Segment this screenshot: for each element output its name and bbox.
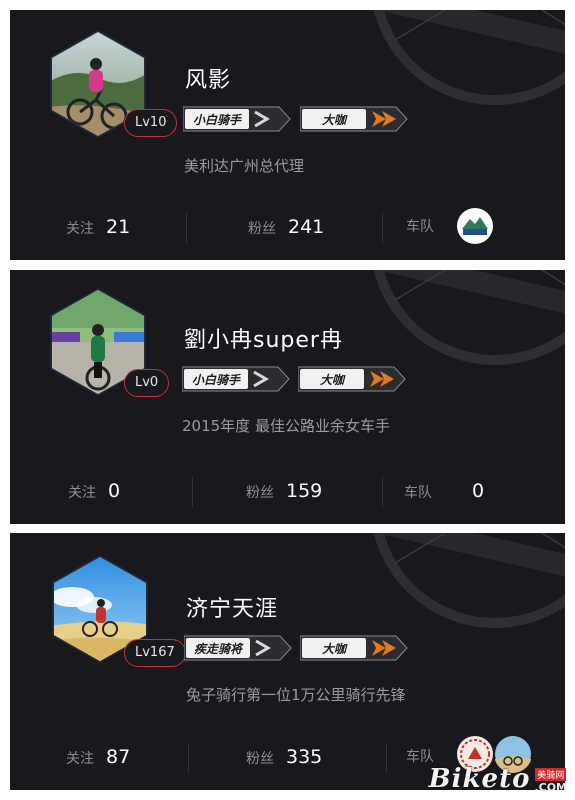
level-badge: Lv0: [124, 369, 170, 397]
follow-stat[interactable]: 关注 0: [68, 480, 120, 502]
fans-count: 241: [288, 216, 325, 238]
fans-count: 335: [286, 746, 323, 768]
team-label: 车队: [406, 749, 434, 765]
follow-label: 关注: [66, 221, 94, 237]
fans-stat[interactable]: 粉丝 335: [246, 746, 322, 768]
fans-count: 159: [286, 480, 323, 502]
divider: [382, 213, 383, 243]
fans-label: 粉丝: [246, 751, 274, 767]
fans-label: 粉丝: [246, 485, 274, 501]
team-count: 0: [472, 480, 485, 502]
level-badge: Lv167: [124, 639, 186, 667]
follow-count: 0: [108, 480, 121, 502]
card-decoration: [222, 270, 565, 329]
team-label: 车队: [404, 485, 432, 501]
vip-badge: 大咖: [298, 366, 406, 392]
fans-stat[interactable]: 粉丝 159: [246, 480, 322, 502]
user-description: 2015年度 最佳公路业余女车手: [182, 417, 390, 435]
watermark-side: 美骑网 .COM: [534, 768, 567, 794]
username[interactable]: 风影: [185, 62, 231, 94]
follow-count: 87: [106, 746, 131, 768]
vip-badge: 大咖: [300, 635, 408, 661]
fans-stat[interactable]: 粉丝 241: [248, 216, 324, 238]
team-stat[interactable]: 车队 0: [404, 480, 484, 502]
follow-stat[interactable]: 关注 87: [66, 746, 130, 768]
watermark-cn: 美骑网: [535, 768, 567, 781]
profile-card[interactable]: Lv0 劉小冉super冉 小白骑手 大咖 2015年度 最佳公路业余女车手 关…: [10, 270, 565, 524]
follow-label: 关注: [66, 751, 94, 767]
divider: [186, 213, 187, 243]
vip-badge-label: 大咖: [322, 642, 348, 656]
watermark-logo: Biketo 美骑网 .COM: [429, 764, 567, 794]
fans-label: 粉丝: [248, 221, 276, 237]
follow-label: 关注: [68, 485, 96, 501]
watermark-com: .COM: [534, 781, 567, 794]
level-badge: Lv10: [124, 109, 178, 137]
card-decoration: [222, 533, 565, 592]
follow-stat[interactable]: 关注 21: [66, 216, 130, 238]
rank-badge-label: 小白骑手: [193, 113, 242, 127]
rank-badge-label: 小白骑手: [192, 373, 241, 387]
rank-badge: 小白骑手: [183, 106, 291, 132]
vip-badge-label: 大咖: [322, 113, 348, 127]
divider: [192, 477, 193, 507]
user-description: 美利达广州总代理: [184, 157, 305, 175]
team-label: 车队: [406, 219, 434, 235]
team-logo-icon[interactable]: [456, 207, 494, 245]
divider: [382, 477, 383, 507]
divider: [188, 743, 189, 773]
username[interactable]: 劉小冉super冉: [184, 322, 343, 354]
profile-card[interactable]: Lv10 风影 小白骑手 大咖 美利达广州总代理 关注 21 粉丝 241 车队: [10, 10, 565, 260]
user-description: 兔子骑行第一位1万公里骑行先锋: [186, 686, 406, 704]
team-stat[interactable]: 车队: [406, 746, 446, 766]
vip-badge-label: 大咖: [320, 373, 346, 387]
rank-badge-label: 疾走骑将: [194, 642, 244, 656]
vip-badge: 大咖: [300, 106, 408, 132]
rank-badge: 小白骑手: [182, 366, 290, 392]
profile-card[interactable]: Lv167 济宁天涯 疾走骑将 大咖 兔子骑行第一位1万公里骑行先锋 关注 87 …: [10, 533, 565, 790]
watermark-text: Biketo: [428, 764, 531, 794]
divider: [386, 743, 387, 773]
team-stat[interactable]: 车队: [406, 216, 446, 236]
follow-count: 21: [106, 216, 131, 238]
username[interactable]: 济宁天涯: [186, 591, 278, 623]
card-decoration: [222, 10, 565, 69]
rank-badge: 疾走骑将: [184, 635, 292, 661]
